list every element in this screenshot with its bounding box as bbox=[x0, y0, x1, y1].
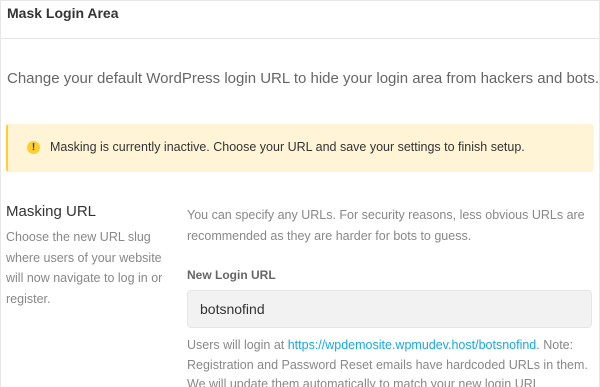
section-title: Masking URL bbox=[6, 203, 97, 220]
section-description: Choose the new URL slug where users of y… bbox=[6, 230, 163, 306]
login-url-link[interactable]: https://wpdemosite.wpmudev.host/botsnofi… bbox=[288, 338, 537, 352]
new-login-url-input[interactable] bbox=[187, 290, 592, 328]
help-prefix: Users will login at bbox=[187, 338, 288, 352]
inactive-notice: ! Masking is currently inactive. Choose … bbox=[6, 124, 594, 172]
notice-text: Masking is currently inactive. Choose yo… bbox=[50, 140, 525, 154]
intro-text: Change your default WordPress login URL … bbox=[7, 70, 599, 87]
panel-title: Mask Login Area bbox=[7, 5, 119, 21]
login-url-help: Users will login at https://wpdemosite.w… bbox=[187, 336, 592, 387]
exclamation-icon: ! bbox=[27, 141, 40, 154]
masking-url-settings: You can specify any URLs. For security r… bbox=[187, 205, 592, 387]
new-login-url-label: New Login URL bbox=[187, 268, 276, 282]
panel-header: Mask Login Area bbox=[0, 0, 600, 39]
url-hint: You can specify any URLs. For security r… bbox=[187, 208, 585, 243]
masking-url-info: Masking URL Choose the new URL slug wher… bbox=[6, 203, 181, 309]
